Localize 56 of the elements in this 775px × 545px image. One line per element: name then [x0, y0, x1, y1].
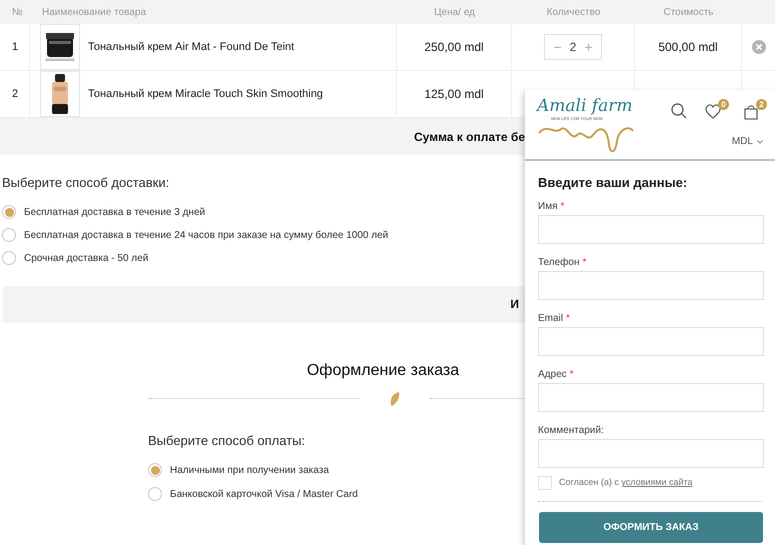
count-badge: 2: [756, 99, 767, 110]
remove-icon[interactable]: [752, 40, 766, 54]
column-header: Цена/ ед: [434, 6, 475, 20]
option-label[interactable]: Бесплатная доставка в течение 3 дней: [24, 204, 206, 220]
section-heading: Выберите способ оплаты:: [148, 432, 306, 450]
required-mark: *: [582, 257, 586, 269]
checkbox[interactable]: [538, 476, 552, 490]
leaf-icon: [389, 390, 401, 406]
product-name[interactable]: Тональный крем Miracle Touch Skin Smoothing: [88, 86, 323, 102]
column-header: Стоимость: [663, 6, 714, 20]
option-label[interactable]: Наличными при получении заказа: [170, 462, 329, 478]
field-label: Телефон: [538, 257, 580, 269]
radio-button[interactable]: [2, 205, 16, 219]
input-field[interactable]: [538, 383, 764, 412]
section-heading: Выберите способ доставки:: [2, 174, 170, 192]
required-mark: *: [566, 313, 570, 325]
field-label: Имя: [538, 201, 558, 213]
column-header: Наименование товара: [42, 6, 146, 20]
field-label: Комментарий:: [538, 425, 604, 437]
form-heading: Введите ваши данные:: [538, 175, 688, 191]
field-label: Email: [538, 313, 564, 325]
product-name[interactable]: Тональный крем Air Mat - Found De Teint: [88, 38, 294, 56]
line-total: 500,00 mdl: [658, 39, 718, 56]
input-field[interactable]: [538, 215, 764, 244]
option-label[interactable]: Бесплатная доставка в течение 24 часов при заказе на сумму более 1000 лей: [24, 228, 388, 242]
page-title: Оформление заказа: [306, 360, 460, 380]
radio-button[interactable]: [148, 487, 162, 501]
field-label: Адрес: [538, 369, 567, 381]
row-number: 2: [12, 86, 18, 102]
unit-price: 125,00 mdl: [424, 86, 484, 103]
row-number: 1: [12, 40, 18, 55]
column-header: Количество: [546, 6, 600, 20]
summary-label: И: [510, 296, 519, 313]
search-icon[interactable]: [671, 103, 687, 119]
required-mark: *: [560, 201, 564, 213]
count-badge: 0: [718, 99, 729, 110]
option-label[interactable]: Срочная доставка - 50 лей: [24, 250, 148, 266]
input-field[interactable]: [538, 439, 764, 468]
option-label[interactable]: Банковской карточкой Visa / Master Card: [170, 486, 358, 502]
input-field[interactable]: [538, 327, 764, 356]
shopping-bag-icon[interactable]: [743, 104, 759, 120]
input-field[interactable]: [538, 271, 764, 300]
unit-price: 250,00 mdl: [424, 39, 484, 56]
column-header: №: [12, 6, 23, 20]
quantity-value: 2: [570, 39, 576, 56]
consent-text: Согласен (а) с условиями сайта: [559, 476, 693, 490]
radio-button[interactable]: [2, 251, 16, 265]
required-mark: *: [570, 369, 574, 381]
submit-button[interactable]: ОФОРМИТЬ ЗАКАЗ: [539, 512, 763, 543]
heart-icon[interactable]: [705, 104, 721, 120]
chevron-down-icon: [757, 140, 763, 144]
terms-link[interactable]: условиями сайта: [621, 477, 693, 488]
currency-selector[interactable]: MDL: [732, 134, 763, 149]
radio-button[interactable]: [148, 463, 162, 477]
radio-button[interactable]: [2, 228, 16, 242]
total-label: Сумма к оплате бе: [414, 128, 525, 146]
